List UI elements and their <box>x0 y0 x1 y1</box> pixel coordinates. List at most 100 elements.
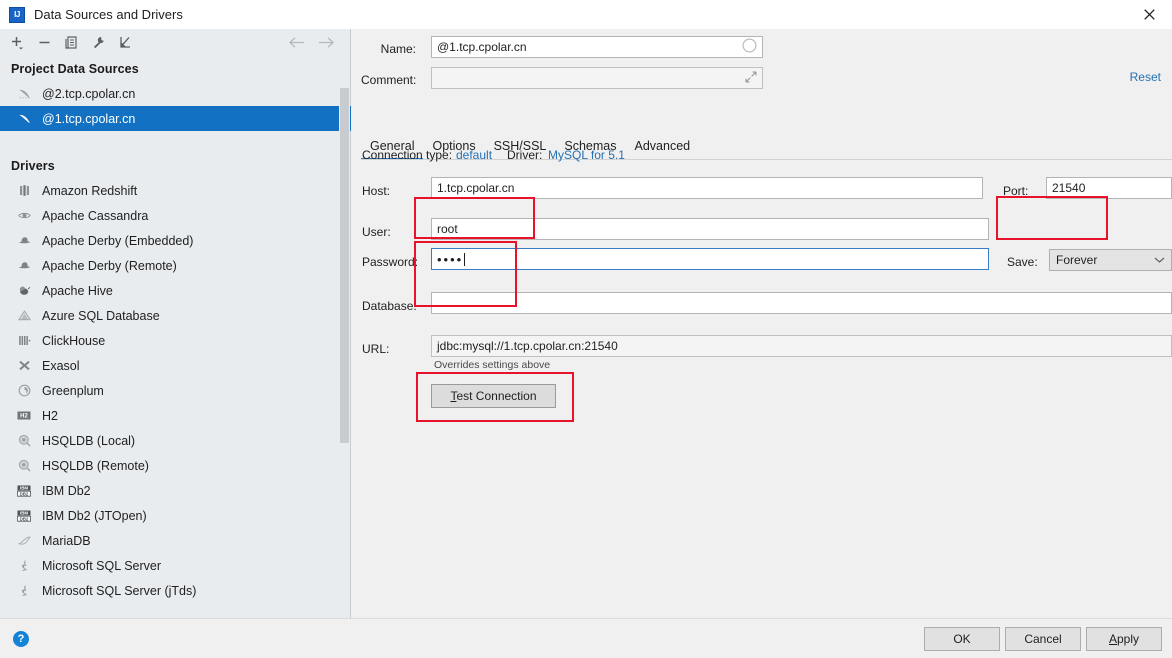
driver-item-clickhouse[interactable]: ClickHouse <box>0 328 351 353</box>
cancel-button[interactable]: Cancel <box>1005 627 1081 651</box>
driver-item-hsqldb-remote[interactable]: HSQLDB (Remote) <box>0 453 351 478</box>
cassandra-eye-icon <box>16 208 32 224</box>
driver-item-ibm-db2-jtopen[interactable]: IBM DB2 IBM Db2 (JTOpen) <box>0 503 351 528</box>
driver-label: Amazon Redshift <box>42 183 138 198</box>
host-value: 1.tcp.cpolar.cn <box>437 181 515 195</box>
driver-item-apache-derby-remote[interactable]: Apache Derby (Remote) <box>0 253 351 278</box>
driver-label: Greenplum <box>42 383 104 398</box>
driver-item-exasol[interactable]: Exasol <box>0 353 351 378</box>
window-title: Data Sources and Drivers <box>34 7 183 22</box>
driver-label: Microsoft SQL Server (jTds) <box>42 583 197 598</box>
comment-input[interactable] <box>431 67 763 89</box>
redshift-icon <box>16 183 32 199</box>
copy-icon[interactable] <box>58 30 85 56</box>
url-hint: Overrides settings above <box>434 359 551 371</box>
driver-label: Apache Hive <box>42 283 113 298</box>
port-input[interactable]: 21540 <box>1046 177 1172 199</box>
driver-item-hsqldb-local[interactable]: HSQLDB (Local) <box>0 428 351 453</box>
hive-bee-icon <box>16 283 32 299</box>
name-label: Name: <box>380 42 416 56</box>
h2-icon: H2 <box>16 408 32 424</box>
test-connection-label-rest: est Connection <box>456 389 537 403</box>
save-select[interactable]: Forever <box>1049 249 1172 271</box>
driver-item-greenplum[interactable]: Greenplum <box>0 378 351 403</box>
ibm-db2-icon: IBM DB2 <box>16 508 32 524</box>
arrow-right-icon[interactable] <box>311 29 341 55</box>
settings-panel: Name: @1.tcp.cpolar.cn Comment: Reset Ge… <box>352 29 1172 618</box>
wrench-icon[interactable] <box>85 30 112 56</box>
driver-label: Apache Cassandra <box>42 208 149 223</box>
user-label: User: <box>362 225 391 239</box>
import-arrow-icon[interactable] <box>112 30 139 56</box>
remove-data-source-button[interactable] <box>31 30 58 56</box>
password-value: •••• <box>437 251 464 267</box>
sidebar-tree: Project Data Sources @2.tcp.cpolar.cn @1… <box>0 56 351 618</box>
driver-label: Azure SQL Database <box>42 308 160 323</box>
sidebar: Project Data Sources @2.tcp.cpolar.cn @1… <box>0 29 351 618</box>
driver-value[interactable]: MySQL for 5.1 <box>548 148 625 162</box>
hsqldb-icon <box>16 458 32 474</box>
apply-mnemonic: A <box>1108 632 1117 646</box>
mysql-dolphin-icon <box>16 111 32 127</box>
apply-button[interactable]: Apply <box>1086 627 1162 651</box>
data-source-item-1[interactable]: @1.tcp.cpolar.cn <box>0 106 351 131</box>
clickhouse-bars-icon <box>16 333 32 349</box>
url-input[interactable]: jdbc:mysql://1.tcp.cpolar.cn:21540 <box>431 335 1172 357</box>
close-icon[interactable] <box>1126 0 1172 29</box>
sidebar-toolbar <box>0 29 351 56</box>
user-value: root <box>437 222 458 236</box>
help-icon[interactable]: ? <box>13 631 29 647</box>
host-input[interactable]: 1.tcp.cpolar.cn <box>431 177 983 199</box>
title-bar: Data Sources and Drivers <box>0 0 1172 29</box>
driver-item-amazon-redshift[interactable]: Amazon Redshift <box>0 178 351 203</box>
svg-text:H2: H2 <box>20 414 28 420</box>
mssql-icon <box>16 583 32 599</box>
port-highlight-box <box>996 196 1108 240</box>
save-value: Forever <box>1056 253 1098 267</box>
svg-text:DB2: DB2 <box>20 516 29 521</box>
test-connection-button[interactable]: Test Connection <box>431 384 556 408</box>
ok-button[interactable]: OK <box>924 627 1000 651</box>
port-label: Port: <box>1003 184 1029 198</box>
svg-text:DB2: DB2 <box>20 491 29 496</box>
name-value: @1.tcp.cpolar.cn <box>437 40 527 54</box>
driver-item-mariadb[interactable]: MariaDB <box>0 528 351 553</box>
azure-triangle-icon <box>16 308 32 324</box>
password-label: Password: <box>362 255 419 269</box>
driver-label: ClickHouse <box>42 333 106 348</box>
arrow-left-icon[interactable] <box>281 29 311 55</box>
driver-label: Apache Derby (Remote) <box>42 258 177 273</box>
sidebar-scrollbar[interactable] <box>339 56 350 618</box>
driver-item-microsoft-sql-server[interactable]: Microsoft SQL Server <box>0 553 351 578</box>
driver-item-apache-hive[interactable]: Apache Hive <box>0 278 351 303</box>
chevron-down-icon <box>1154 253 1165 267</box>
driver-label: Microsoft SQL Server <box>42 558 162 573</box>
name-input[interactable]: @1.tcp.cpolar.cn <box>431 36 763 58</box>
driver-item-microsoft-sql-server-jtds[interactable]: Microsoft SQL Server (jTds) <box>0 578 351 603</box>
database-input[interactable] <box>431 292 1172 314</box>
user-input[interactable]: root <box>431 218 989 240</box>
expand-arrows-icon[interactable] <box>745 71 757 86</box>
driver-item-apache-derby-embedded[interactable]: Apache Derby (Embedded) <box>0 228 351 253</box>
driver-item-ibm-db2[interactable]: IBM DB2 IBM Db2 <box>0 478 351 503</box>
driver-item-azure-sql-database[interactable]: Azure SQL Database <box>0 303 351 328</box>
connection-type-value[interactable]: default <box>456 148 492 162</box>
sidebar-scrollbar-thumb[interactable] <box>340 88 349 443</box>
svg-text:IBM: IBM <box>20 510 28 515</box>
driver-label: IBM Db2 <box>42 483 91 498</box>
intellij-logo-icon <box>9 6 25 23</box>
data-sources-dialog: Data Sources and Drivers <box>0 0 1172 658</box>
reset-link[interactable]: Reset <box>1130 70 1161 84</box>
password-input[interactable]: •••• <box>431 248 989 270</box>
comment-label: Comment: <box>361 73 417 87</box>
ibm-db2-icon: IBM DB2 <box>16 483 32 499</box>
data-source-item-2[interactable]: @2.tcp.cpolar.cn <box>0 81 351 106</box>
driver-label: IBM Db2 (JTOpen) <box>42 508 147 523</box>
add-data-source-button[interactable] <box>4 30 31 56</box>
mysql-dolphin-icon <box>16 86 32 102</box>
driver-item-apache-cassandra[interactable]: Apache Cassandra <box>0 203 351 228</box>
apply-label-rest: pply <box>1117 632 1140 646</box>
tab-advanced[interactable]: Advanced <box>626 139 700 160</box>
driver-item-h2[interactable]: H2 H2 <box>0 403 351 428</box>
